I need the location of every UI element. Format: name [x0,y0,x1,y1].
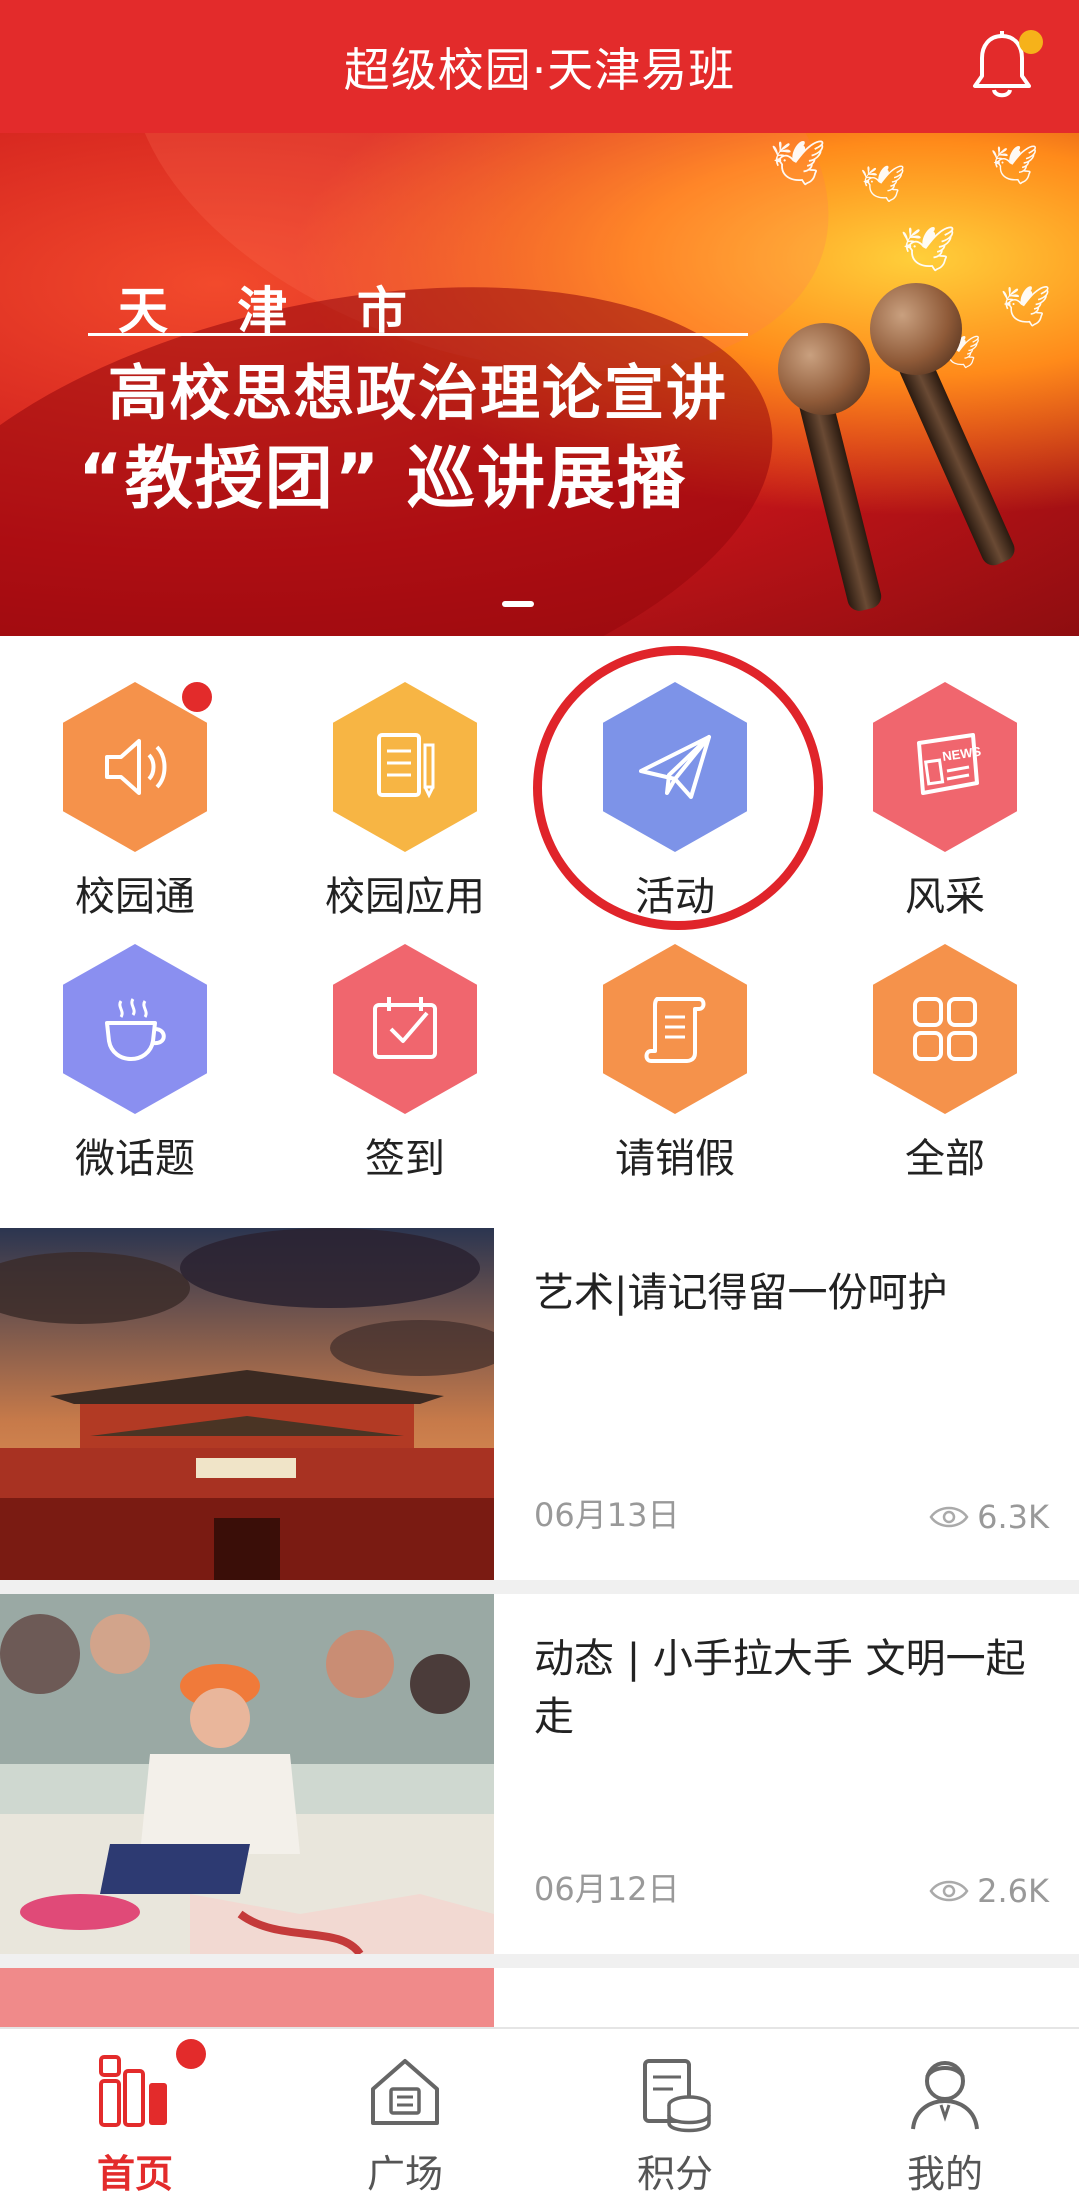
promo-banner[interactable]: 🕊 🕊 🕊 🕊 🕊 🕊 天 津 市 高校思想政治理论宣讲 “教授团” 巡讲展播 [0,133,1079,636]
grid-item-label: 请销假 [615,1136,735,1182]
microphone-head [870,283,962,375]
grid-item-label: 全部 [905,1136,985,1182]
nav-tab-label: 我的 [906,2152,983,2196]
scroll-icon [603,944,747,1114]
news-thumbnail-palace [0,1228,494,1580]
app-header: 超级校园·天津易班 [0,0,1079,133]
eye-icon [929,1880,969,1902]
carousel-indicator[interactable] [502,601,534,607]
profile-person-icon [911,2061,979,2130]
grid-item-campus-connect[interactable]: 校园通 [0,682,270,932]
news-date: 06月13日 [534,1496,680,1534]
grid-item-all[interactable]: 全部 [810,944,1079,1194]
banner-subheadline: “教授团” 巡讲展播 [78,440,688,519]
coffee-cup-icon [63,944,207,1114]
news-item[interactable]: 动态 | 小手拉大手 文明一起走 06月12日 2.6K [0,1594,1079,1954]
news-thumbnail [0,1968,494,2027]
highlight-circle-annotation [533,646,823,930]
nav-tab-label: 广场 [366,2152,443,2196]
news-view-count: 2.6K [977,1872,1049,1910]
grid-item-label: 签到 [365,1136,445,1182]
eye-icon [929,1506,969,1528]
news-item-partial[interactable] [0,1968,1079,2027]
grid-item-leave-request[interactable]: 请销假 [540,944,810,1194]
points-coins-icon [643,2059,711,2133]
home-blocks-icon [99,2055,167,2127]
dove-icon: 🕊 [990,143,1039,187]
divider [0,1954,1079,1968]
notification-badge [1019,30,1043,54]
nav-tab-profile[interactable]: 我的 [810,2029,1079,2200]
unread-badge [182,682,212,712]
page-title: 超级校园·天津易班 [343,42,736,97]
dove-icon: 🕊 [900,224,956,275]
nav-tab-points[interactable]: 积分 [540,2029,810,2200]
bottom-navigation: 首页 广场 积分 我的 [0,2027,1079,2200]
grid-item-showcase[interactable]: NEWS 风采 [810,682,1079,932]
grid-icon [873,944,1017,1114]
grid-item-campus-apps[interactable]: 校园应用 [270,682,540,932]
news-views: 6.3K [929,1498,1049,1536]
document-icon [333,682,477,852]
dove-icon: 🕊 [770,138,826,189]
calendar-check-icon [333,944,477,1114]
news-item[interactable]: 艺术|请记得留一份呵护 06月13日 6.3K [0,1228,1079,1580]
newspaper-icon: NEWS [873,682,1017,852]
dove-icon: 🕊 [1000,284,1051,330]
square-house-icon [371,2059,439,2125]
news-title: 艺术|请记得留一份呵护 [534,1270,948,1316]
divider [0,1580,1079,1594]
news-views: 2.6K [929,1872,1049,1910]
dove-icon: 🕊 [860,164,906,205]
nav-tab-label: 首页 [96,2152,173,2196]
nav-tab-plaza[interactable]: 广场 [270,2029,540,2200]
grid-item-check-in[interactable]: 签到 [270,944,540,1194]
microphone-head [778,323,870,415]
nav-tab-label: 积分 [636,2152,713,2196]
news-view-count: 6.3K [977,1498,1049,1536]
grid-item-label: 校园应用 [325,874,485,920]
notification-button[interactable] [967,30,1043,104]
unread-badge [176,2039,206,2069]
nav-tab-home[interactable]: 首页 [0,2029,270,2200]
news-title: 动态 | 小手拉大手 文明一起走 [534,1636,1026,1740]
banner-headline: 高校思想政治理论宣讲 [108,359,728,429]
grid-item-micro-topics[interactable]: 微话题 [0,944,270,1194]
news-date: 06月12日 [534,1870,680,1908]
grid-item-label: 风采 [905,874,985,920]
banner-divider [88,333,748,336]
grid-item-label: 微话题 [75,1136,195,1182]
news-thumbnail-children-painting [0,1594,494,1954]
grid-item-label: 校园通 [75,874,195,920]
